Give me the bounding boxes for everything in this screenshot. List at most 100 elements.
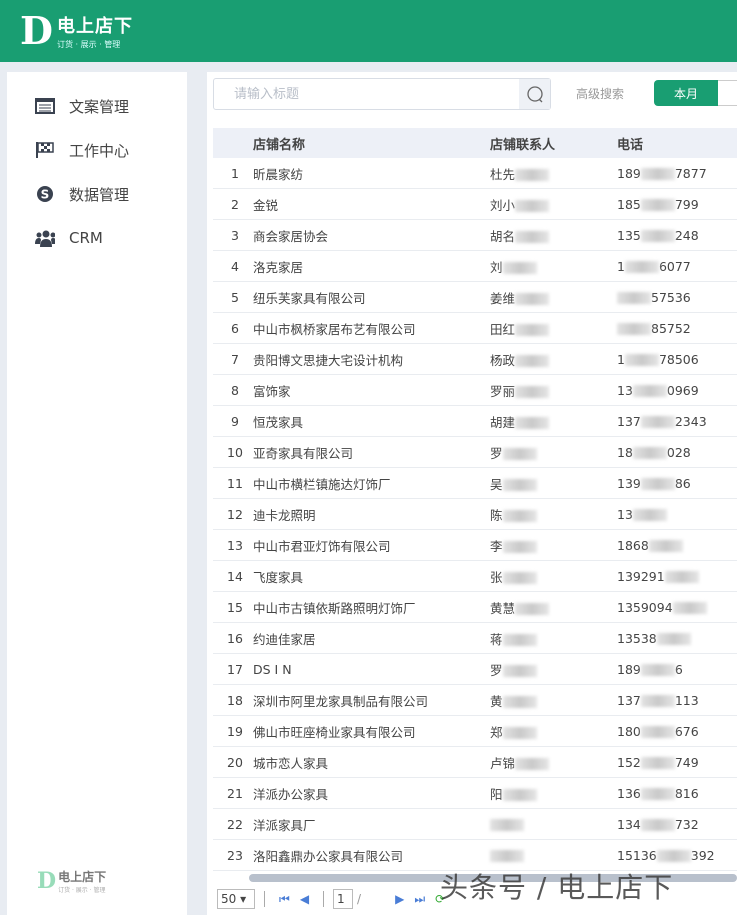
phone: 1868 <box>617 538 737 553</box>
phone-prefix: 1 <box>617 258 625 274</box>
redacted-blur <box>502 479 537 491</box>
table-row[interactable]: 13 中山市君亚灯饰有限公司 李 1868 <box>213 530 737 561</box>
col-contact[interactable]: 店铺联系人 <box>490 134 617 153</box>
sidebar-item-crm[interactable]: CRM <box>7 216 187 260</box>
redacted-blur <box>515 417 550 429</box>
next-page-icon[interactable]: ▶ <box>395 892 404 906</box>
row-index: 21 <box>227 785 243 801</box>
table-row[interactable]: 4 洛克家居 刘 1 6077 <box>213 251 737 282</box>
page-size-select[interactable]: 50 ▾ <box>217 889 255 909</box>
shop-name: 洛克家居 <box>253 259 304 275</box>
search-input[interactable] <box>214 79 519 109</box>
contact-visible: 刘小 <box>490 197 516 213</box>
table-row[interactable]: 22 洋派家具厂 134 732 <box>213 809 737 840</box>
last-page-icon[interactable]: ⏭ <box>414 892 425 907</box>
contact-name: 卢锦 <box>490 753 617 772</box>
sidebar-item-label: 工作中心 <box>69 141 130 160</box>
horizontal-scrollbar[interactable] <box>249 874 737 882</box>
phone: 136 816 <box>617 786 737 801</box>
shop-name: 亚奇家具有限公司 <box>253 445 354 461</box>
sidebar-item-work-center[interactable]: 工作中心 <box>7 128 187 172</box>
phone: 185 799 <box>617 197 737 212</box>
table-row[interactable]: 9 恒茂家具 胡建 137 2343 <box>213 406 737 437</box>
contact-visible: 吴 <box>490 476 503 492</box>
row-index: 17 <box>227 661 243 677</box>
phone-suffix: 248 <box>674 227 699 243</box>
phone: 13 <box>617 507 737 522</box>
sidebar-item-copywriting[interactable]: 文案管理 <box>7 84 187 128</box>
table-row[interactable]: 8 富饰家 罗丽 13 0969 <box>213 375 737 406</box>
shop-name: 洛阳鑫鼎办公家具有限公司 <box>253 848 404 864</box>
table-row[interactable]: 14 飞度家具 张 139291 <box>213 561 737 592</box>
advanced-search-link[interactable]: 高级搜索 <box>576 85 624 102</box>
logo[interactable]: D 电上店下 订货 · 展示 · 管理 <box>20 12 133 50</box>
redacted-blur <box>502 572 537 584</box>
contact-name: 李 <box>490 536 617 555</box>
table-row[interactable]: 19 佛山市旺座椅业家具有限公司 郑 180 676 <box>213 716 737 747</box>
phone-suffix: 6 <box>674 661 683 677</box>
table-row[interactable]: 5 纽乐芙家具有限公司 姜维 57536 <box>213 282 737 313</box>
shop-name: 商会家居协会 <box>253 228 329 244</box>
first-page-icon[interactable]: ⏮ <box>279 892 290 907</box>
redacted-blur <box>624 354 659 366</box>
phone-prefix: 185 <box>617 196 641 212</box>
contact-name: 吴 <box>490 474 617 493</box>
table-row[interactable]: 15 中山市古镇依斯路照明灯饰厂 黄慧 1359094 <box>213 592 737 623</box>
contact-visible: 姜维 <box>490 290 516 306</box>
table-row[interactable]: 12 迪卡龙照明 陈 13 <box>213 499 737 530</box>
sidebar: 文案管理 工作中心 S 数据管理 CRM D 电上店下 订货 · 展示 · 管理 <box>7 72 187 915</box>
phone: 85752 <box>617 321 737 336</box>
contact-visible: 黄 <box>490 693 503 709</box>
table-row[interactable]: 11 中山市横栏镇施达灯饰厂 吴 139 86 <box>213 468 737 499</box>
refresh-icon[interactable]: ⟳ <box>435 892 445 906</box>
contact-visible: 杜先 <box>490 166 516 182</box>
table-row[interactable]: 7 贵阳博文思捷大宅设计机构 杨政 1 78506 <box>213 344 737 375</box>
table-row[interactable]: 2 金锐 刘小 185 799 <box>213 189 737 220</box>
table-row[interactable]: 3 商会家居协会 胡名 135 248 <box>213 220 737 251</box>
row-index: 6 <box>231 320 239 336</box>
redacted-blur <box>502 510 537 522</box>
table-row[interactable]: 23 洛阳鑫鼎办公家具有限公司 15136 392 <box>213 840 737 871</box>
shop-name: 纽乐芙家具有限公司 <box>253 290 366 306</box>
redacted-blur <box>632 509 667 521</box>
redacted-blur <box>502 665 537 677</box>
footer-logo-mark: D <box>37 868 57 894</box>
table-row[interactable]: 18 深圳市阿里龙家具制品有限公司 黄 137 113 <box>213 685 737 716</box>
footer-logo: D 电上店下 订货 · 展示 · 管理 <box>37 868 106 894</box>
redacted-blur <box>656 850 691 862</box>
redacted-blur <box>515 355 550 367</box>
table-row[interactable]: 17 DS I N 罗 189 6 <box>213 654 737 685</box>
table-row[interactable]: 1 昕晨家纺 杜先 189 7877 <box>213 158 737 189</box>
table-row[interactable]: 20 城市恋人家具 卢锦 152 749 <box>213 747 737 778</box>
phone: 139291 <box>617 569 737 584</box>
period-this-month[interactable]: 本月 <box>654 80 718 106</box>
row-index: 14 <box>227 568 243 584</box>
row-index: 22 <box>227 816 243 832</box>
phone-prefix: 134 <box>617 816 641 832</box>
col-phone[interactable]: 电话 <box>617 134 737 153</box>
sidebar-item-data[interactable]: S 数据管理 <box>7 172 187 216</box>
shop-name: 贵阳博文思捷大宅设计机构 <box>253 352 404 368</box>
svg-text:S: S <box>41 188 50 202</box>
prev-page-icon[interactable]: ◀ <box>300 892 309 906</box>
search-button[interactable] <box>519 79 550 109</box>
phone: 1 78506 <box>617 352 737 367</box>
table-row[interactable]: 21 洋派办公家具 阳 136 816 <box>213 778 737 809</box>
redacted-blur <box>640 230 675 242</box>
col-shop-name[interactable]: 店铺名称 <box>253 134 490 153</box>
redacted-blur <box>656 633 691 645</box>
search-box <box>213 78 551 110</box>
table-row[interactable]: 16 约迪佳家居 蒋 13538 <box>213 623 737 654</box>
contact-name: 郑 <box>490 722 617 741</box>
phone-prefix: 139291 <box>617 568 665 584</box>
logo-subtitle: 订货 · 展示 · 管理 <box>56 40 121 49</box>
page-number-input[interactable]: 1 <box>333 889 354 909</box>
phone: 15136 392 <box>617 848 737 863</box>
skype-icon: S <box>35 185 55 203</box>
redacted-blur <box>640 695 675 707</box>
table-row[interactable]: 10 亚奇家具有限公司 罗 18 028 <box>213 437 737 468</box>
table-row[interactable]: 6 中山市枫桥家居布艺有限公司 田红 85752 <box>213 313 737 344</box>
redacted-blur <box>664 571 699 583</box>
phone-suffix: 86 <box>674 475 691 491</box>
period-other[interactable] <box>718 80 737 106</box>
